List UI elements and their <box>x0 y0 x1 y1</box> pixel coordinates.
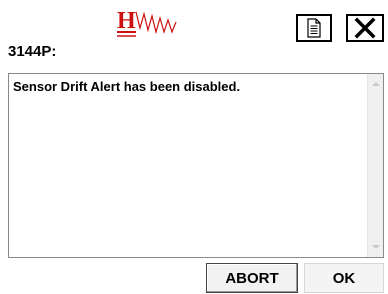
close-icon <box>354 17 376 39</box>
dialog-window: H 3144P: Sensor Drift Alert has been dis… <box>0 0 388 294</box>
message-text: Sensor Drift Alert has been disabled. <box>13 79 241 94</box>
hw-logo-icon: H <box>116 6 182 42</box>
logo-wave <box>135 11 177 35</box>
ok-button[interactable]: OK <box>304 263 384 293</box>
message-scrollbar[interactable] <box>367 74 383 257</box>
logo-letter: H <box>117 8 136 34</box>
device-label: 3144P: <box>8 43 57 60</box>
hw-logo-graphic: H <box>117 8 177 37</box>
document-button[interactable] <box>296 14 332 42</box>
close-button[interactable] <box>346 14 384 42</box>
document-icon <box>307 18 321 38</box>
abort-button[interactable]: ABORT <box>206 263 298 293</box>
message-area[interactable]: Sensor Drift Alert has been disabled. <box>8 73 384 258</box>
scroll-up-icon[interactable] <box>372 82 380 86</box>
scroll-down-icon[interactable] <box>372 245 380 249</box>
